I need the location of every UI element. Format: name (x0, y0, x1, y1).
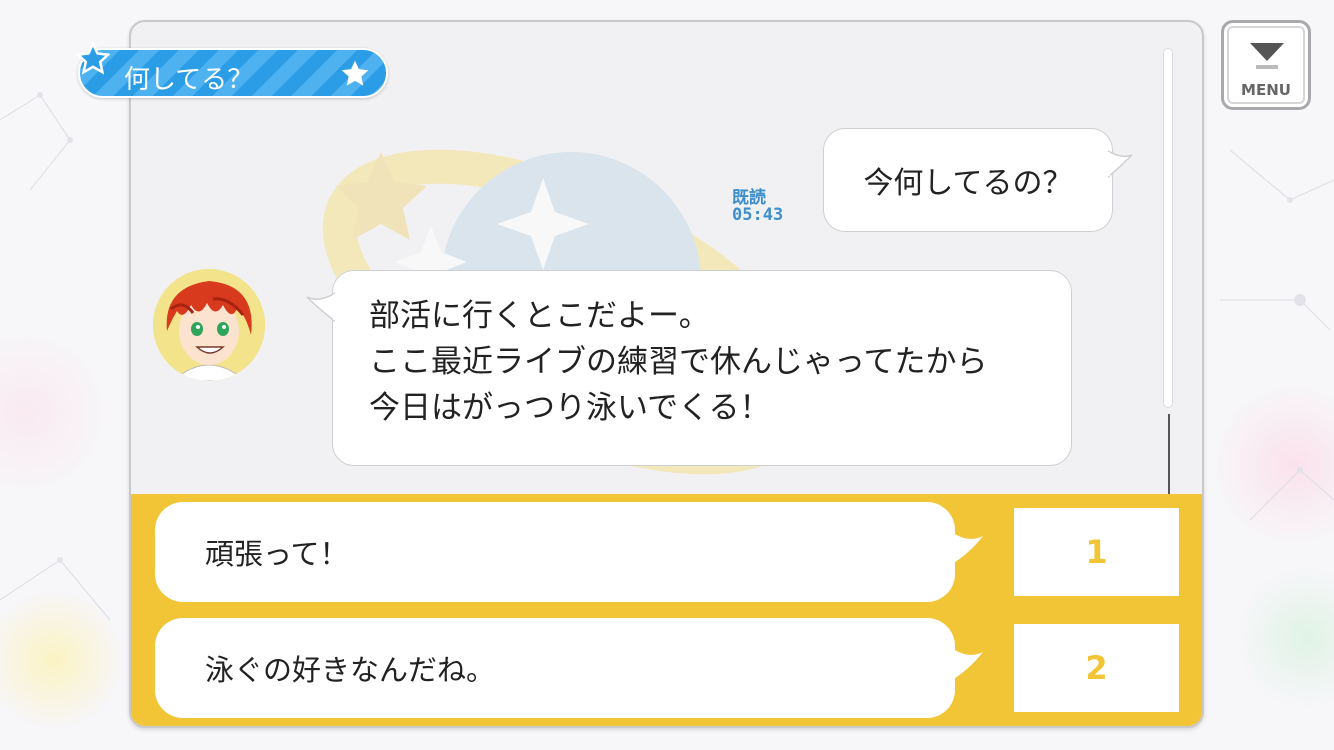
bubble-tail (306, 292, 335, 322)
sent-message-bubble: 今何してるの？ (823, 128, 1133, 232)
chat-panel: 今何してるの？ 既読 05:43 部活に行くとこだよー。 ここ最近ライブの練習で… (129, 20, 1204, 728)
read-time: 05:43 (732, 205, 784, 225)
received-message-bubble: 部活に行くとこだよー。 ここ最近ライブの練習で休んじゃってたから 今日はがっつり… (306, 270, 1072, 466)
read-receipt: 既読 05:43 (732, 190, 783, 224)
menu-label: MENU (1241, 81, 1291, 99)
bubble-tail (949, 530, 983, 566)
scrollbar-thumb[interactable] (1163, 48, 1173, 408)
received-line-3: 今日はがっつり泳いでくる！ (369, 390, 771, 426)
menu-button[interactable]: MENU (1221, 20, 1311, 110)
conversation-title: 何してる？ (124, 65, 254, 95)
star-icon (341, 60, 369, 86)
reply-choice-text: 頑張って！ (205, 537, 349, 571)
conversation-title-tag: 何してる？ (76, 42, 388, 98)
reply-choice-text: 泳ぐの好きなんだね。 (205, 653, 496, 687)
reply-choice-1[interactable]: 頑張って！ (155, 502, 983, 602)
reply-choice-2-number[interactable]: 2 (1014, 624, 1179, 712)
reply-choice-2[interactable]: 泳ぐの好きなんだね。 (155, 618, 983, 718)
sent-message-text: 今何してるの？ (863, 166, 1073, 201)
chevron-down-icon (1250, 43, 1284, 69)
bubble-tail (1108, 150, 1133, 178)
star-icon (76, 42, 110, 75)
character-portrait (153, 269, 265, 381)
avatar (153, 269, 265, 381)
bubble-tail (949, 646, 983, 682)
received-line-1: 部活に行くとこだよー。 (369, 298, 710, 334)
reply-choice-1-number[interactable]: 1 (1014, 508, 1179, 596)
scrollbar-track[interactable] (1168, 414, 1170, 504)
received-line-2: ここ最近ライブの練習で休んじゃってたから (369, 344, 988, 380)
reply-choices-area: 頑張って！ 1 泳ぐの好きなんだね。 2 (131, 494, 1202, 726)
